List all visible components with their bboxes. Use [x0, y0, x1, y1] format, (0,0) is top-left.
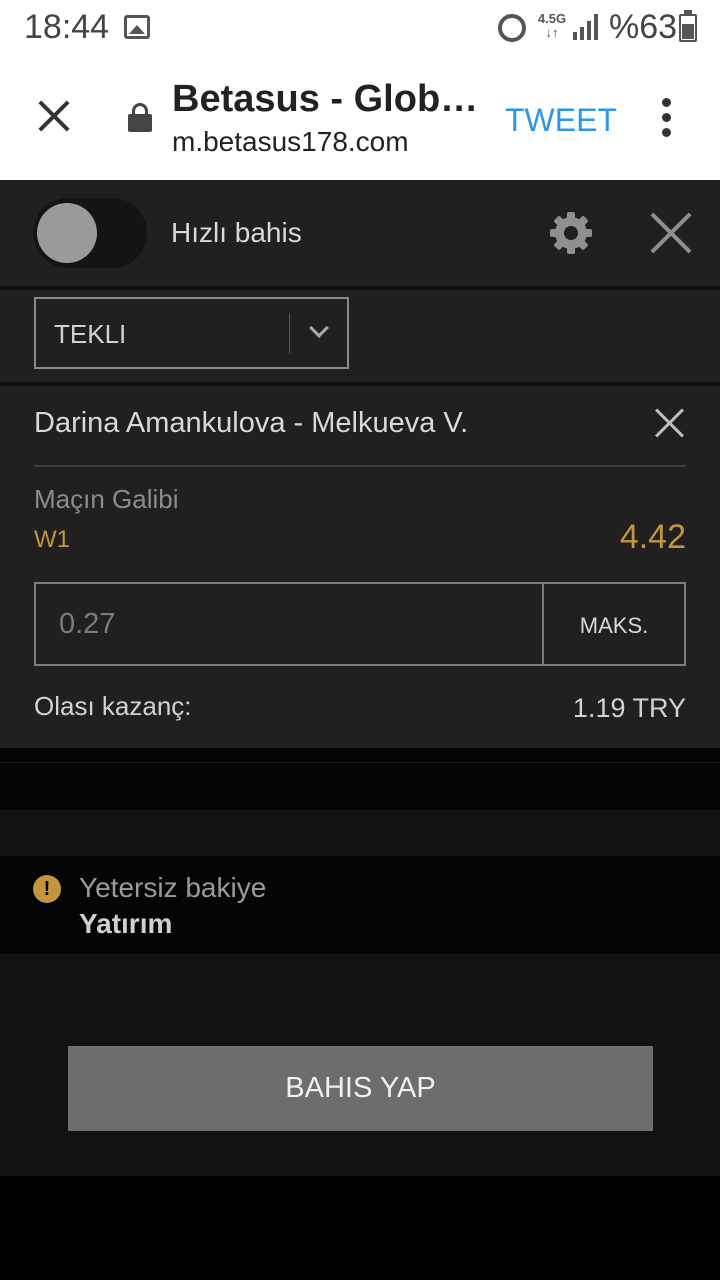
browser-toolbar: Betasus - Glob… m.betasus178.com TWEET — [0, 58, 720, 180]
page-title: Betasus - Glob… — [172, 78, 479, 120]
spacer — [0, 748, 720, 810]
battery-percent: %63 — [609, 8, 678, 46]
odds-value: 4.42 — [619, 518, 686, 556]
insufficient-balance-warning: ! Yetersiz bakiye Yatırım — [0, 856, 720, 954]
quick-bet-toggle[interactable] — [33, 198, 147, 268]
lock-icon — [128, 103, 152, 132]
select-divider — [289, 313, 290, 353]
alarm-icon — [498, 14, 526, 42]
spacer — [0, 810, 720, 856]
status-time: 18:44 — [24, 8, 110, 46]
toggle-knob — [37, 203, 97, 263]
image-icon — [124, 15, 150, 39]
betslip-footer: BAHIS YAP — [0, 954, 720, 1176]
tweet-button[interactable]: TWEET — [505, 102, 617, 139]
stake-input[interactable] — [36, 584, 542, 664]
status-bar: 18:44 4.5G ↓↑ %63 — [0, 0, 720, 58]
chevron-down-icon — [309, 318, 329, 338]
signal-icon — [573, 14, 599, 40]
stake-field: MAKS. — [34, 582, 686, 666]
divider — [34, 465, 686, 467]
battery-icon — [679, 10, 697, 42]
quick-bet-label: Hızlı bahis — [171, 217, 302, 248]
bet-card: Darina Amankulova - Melkueva V. Maçın Ga… — [0, 386, 720, 748]
deposit-link[interactable]: Yatırım — [79, 908, 172, 940]
page-bottom — [0, 1176, 720, 1280]
bet-type-select[interactable]: TEKLI — [34, 297, 349, 369]
potential-win-value: 1.19 TRY — [572, 693, 686, 723]
warning-title: Yetersiz bakiye — [79, 872, 267, 903]
bet-type-bar: TEKLI — [0, 290, 720, 382]
close-tab-icon[interactable] — [34, 96, 74, 136]
network-type: 4.5G ↓↑ — [537, 11, 567, 40]
max-stake-button[interactable]: MAKS. — [542, 584, 684, 664]
place-bet-button[interactable]: BAHIS YAP — [68, 1046, 653, 1131]
more-options-icon[interactable] — [662, 98, 672, 138]
close-betslip-icon[interactable] — [648, 210, 694, 256]
betslip-header: Hızlı bahis — [0, 180, 720, 286]
match-name: Darina Amankulova - Melkueva V. — [34, 407, 469, 439]
gear-icon[interactable] — [550, 212, 592, 254]
market-name: Maçın Galibi — [34, 484, 179, 514]
remove-bet-icon[interactable] — [655, 408, 685, 438]
potential-win-label: Olası kazanç: — [34, 691, 192, 721]
page-url[interactable]: m.betasus178.com — [172, 126, 409, 158]
selection-name: W1 — [34, 526, 70, 553]
warning-icon: ! — [33, 875, 61, 903]
bet-type-value: TEKLI — [54, 319, 127, 349]
